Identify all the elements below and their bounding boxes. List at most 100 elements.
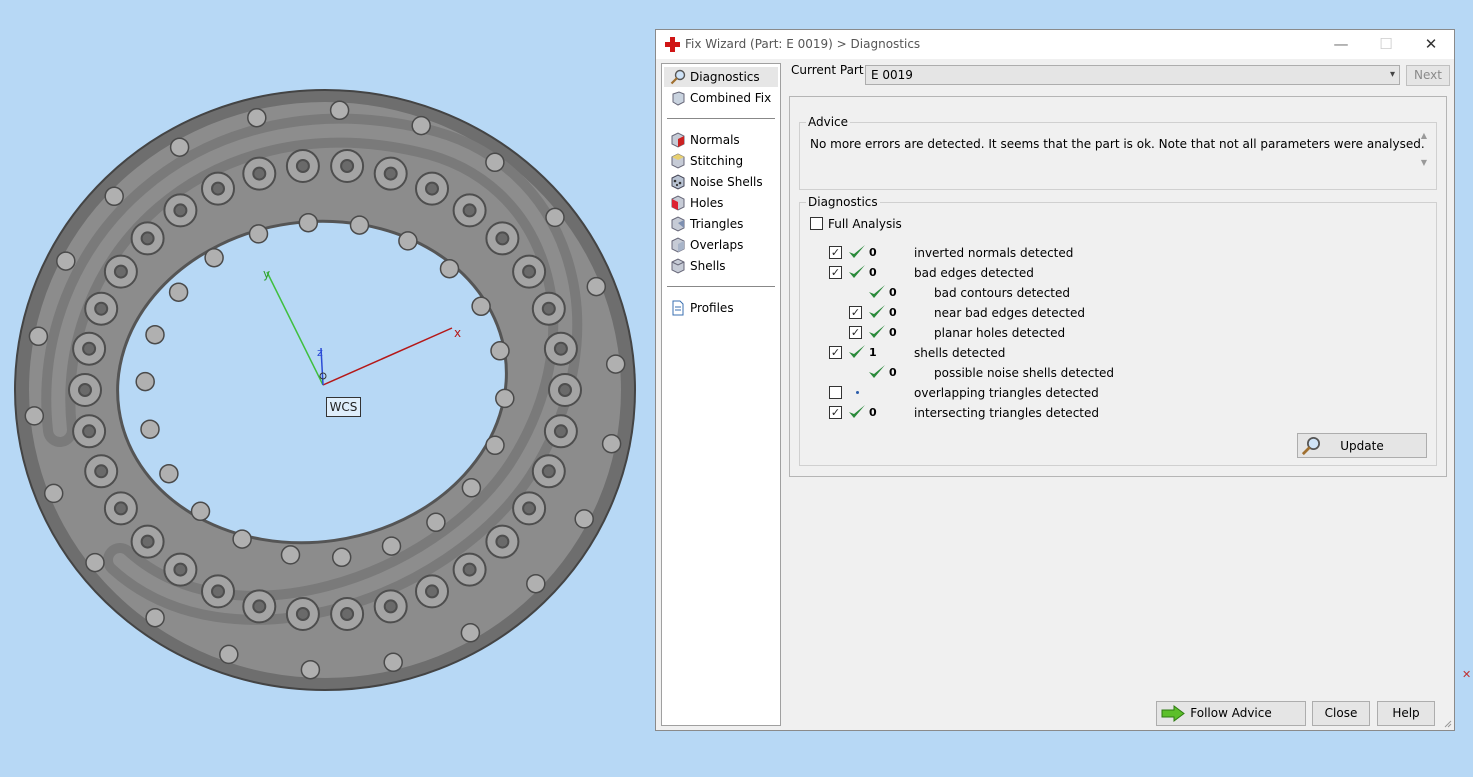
normals-cube-icon bbox=[671, 132, 685, 148]
nav-item-profiles[interactable]: Profiles bbox=[664, 298, 778, 318]
nav-item-normals[interactable]: Normals bbox=[664, 130, 778, 150]
diagnostic-count: 0 bbox=[869, 406, 877, 419]
lattice-hole bbox=[495, 534, 510, 549]
nav-item-label: Stitching bbox=[690, 154, 744, 168]
lattice-hole bbox=[425, 584, 439, 599]
profiles-document-icon bbox=[672, 300, 684, 316]
wcs-label: WCS bbox=[326, 397, 361, 417]
support-knob bbox=[28, 326, 49, 347]
diagnostic-checkbox[interactable]: ✓ bbox=[829, 346, 842, 359]
lattice-hole bbox=[252, 166, 267, 181]
nav-item-label: Triangles bbox=[690, 217, 744, 231]
support-knob bbox=[135, 371, 155, 392]
nav-item-label: Holes bbox=[690, 196, 724, 210]
diagnostic-checkbox[interactable]: ✓ bbox=[849, 326, 862, 339]
lattice-hole bbox=[140, 534, 155, 549]
lattice-hole bbox=[140, 231, 155, 246]
support-knob bbox=[56, 251, 76, 271]
diagnostics-title: Diagnostics bbox=[806, 195, 880, 209]
minimize-button[interactable]: — bbox=[1326, 34, 1356, 56]
green-check-icon bbox=[869, 305, 885, 318]
axis-marker-icon: ✕ bbox=[1462, 668, 1472, 681]
lattice-hole bbox=[558, 383, 572, 397]
triangles-cube-icon bbox=[671, 216, 685, 232]
maximize-button[interactable]: ☐ bbox=[1371, 34, 1401, 56]
support-knob bbox=[601, 433, 622, 454]
lattice-hole bbox=[462, 562, 477, 577]
nav-item-triangles[interactable]: Triangles bbox=[664, 214, 778, 234]
support-knob bbox=[439, 258, 460, 279]
diagnostic-checkbox[interactable]: ✓ bbox=[829, 406, 842, 419]
nav-item-diagnostics[interactable]: Diagnostics bbox=[664, 67, 778, 87]
diagnostics-panel: Advice No more errors are detected. It s… bbox=[789, 96, 1447, 477]
lattice-hole bbox=[541, 464, 556, 479]
lattice-hole bbox=[383, 599, 398, 614]
nav-item-overlaps[interactable]: Overlaps bbox=[664, 235, 778, 255]
ring-model: y x z bbox=[14, 89, 636, 691]
lattice-hole bbox=[553, 341, 568, 356]
noise-shells-icon bbox=[671, 174, 685, 190]
diagnostic-label: planar holes detected bbox=[934, 326, 1066, 340]
close-window-button[interactable]: ✕ bbox=[1416, 34, 1446, 56]
diagnostic-label: overlapping triangles detected bbox=[914, 386, 1099, 400]
full-analysis-checkbox[interactable] bbox=[810, 217, 823, 230]
support-knob bbox=[280, 545, 301, 565]
close-button[interactable]: Close bbox=[1312, 701, 1370, 726]
diagnostic-checkbox[interactable] bbox=[829, 386, 842, 399]
green-check-icon bbox=[849, 405, 865, 418]
nav-item-combined-fix[interactable]: Combined Fix bbox=[664, 88, 778, 108]
advice-scrollbar[interactable]: ▲ ▼ bbox=[1418, 131, 1430, 179]
diagnostic-label: inverted normals detected bbox=[914, 246, 1074, 260]
nav-item-holes[interactable]: Holes bbox=[664, 193, 778, 213]
lattice-hole bbox=[522, 501, 537, 516]
support-knob bbox=[485, 152, 505, 173]
green-check-icon bbox=[869, 285, 885, 298]
support-knob bbox=[24, 406, 45, 426]
support-knob bbox=[411, 115, 431, 136]
lattice-hole bbox=[173, 203, 188, 218]
diagnostic-count: 0 bbox=[889, 326, 897, 339]
lattice-hole bbox=[211, 584, 225, 599]
magnifier-icon bbox=[1301, 437, 1320, 456]
diagnostic-checkbox[interactable]: ✓ bbox=[829, 266, 842, 279]
lattice-hole bbox=[252, 599, 267, 614]
update-button[interactable]: Update bbox=[1297, 433, 1427, 458]
support-knob bbox=[490, 341, 510, 361]
stitching-cube-icon bbox=[671, 153, 685, 169]
red-cross-icon bbox=[665, 37, 680, 52]
lattice-hole bbox=[462, 203, 477, 218]
lattice-hole bbox=[94, 464, 109, 479]
diagnostic-label: bad edges detected bbox=[914, 266, 1034, 280]
support-knob bbox=[43, 483, 64, 504]
fix-wizard-dialog: Fix Wizard (Part: E 0019) > Diagnostics … bbox=[655, 29, 1455, 731]
diagnostic-label: intersecting triangles detected bbox=[914, 406, 1099, 420]
lattice-hole bbox=[425, 181, 439, 196]
help-button[interactable]: Help bbox=[1377, 701, 1435, 726]
follow-advice-button[interactable]: Follow Advice bbox=[1156, 701, 1306, 726]
diagnostic-checkbox[interactable]: ✓ bbox=[829, 246, 842, 259]
diagnostic-checkbox[interactable]: ✓ bbox=[849, 306, 862, 319]
nav-item-noise-shells[interactable]: Noise Shells bbox=[664, 172, 778, 192]
support-knob bbox=[461, 478, 482, 498]
diagnostic-label: near bad edges detected bbox=[934, 306, 1085, 320]
lattice-hole bbox=[553, 424, 568, 439]
green-check-icon bbox=[869, 325, 885, 338]
support-knob bbox=[247, 107, 267, 128]
diagnostic-count: 0 bbox=[869, 266, 877, 279]
update-label: Update bbox=[1340, 438, 1384, 453]
support-knob bbox=[232, 529, 252, 549]
support-knob bbox=[145, 324, 165, 345]
nav-item-shells[interactable]: Shells bbox=[664, 256, 778, 276]
next-button[interactable]: Next bbox=[1406, 65, 1450, 86]
3d-viewport[interactable]: y x z WCS bbox=[0, 0, 650, 777]
green-check-icon bbox=[849, 345, 865, 358]
magnifier-icon bbox=[670, 69, 686, 85]
resize-grip-icon[interactable] bbox=[1442, 718, 1452, 728]
title-bar[interactable]: Fix Wizard (Part: E 0019) > Diagnostics … bbox=[656, 30, 1454, 59]
current-part-select[interactable]: E 0019 ▾ bbox=[865, 65, 1400, 85]
support-knob bbox=[349, 215, 370, 235]
lattice-hole bbox=[94, 301, 109, 316]
nav-item-stitching[interactable]: Stitching bbox=[664, 151, 778, 171]
follow-advice-label: Follow Advice bbox=[1190, 706, 1272, 720]
support-knob bbox=[140, 419, 160, 439]
